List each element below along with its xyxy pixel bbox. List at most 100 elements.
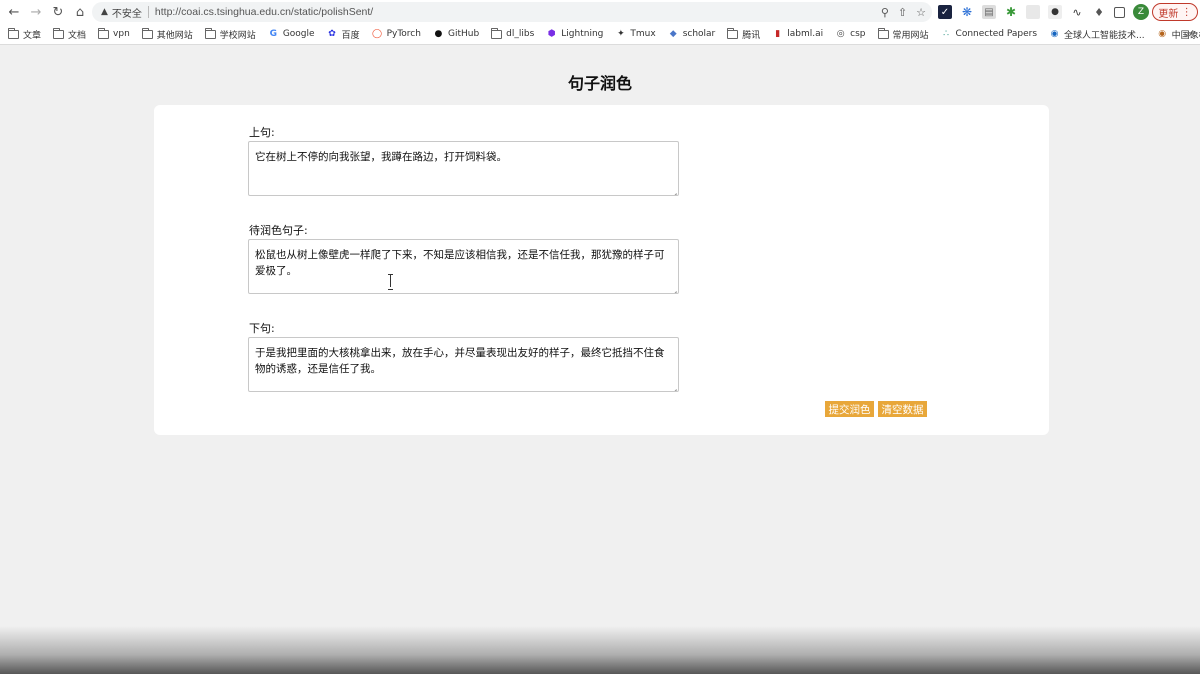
bookmark-item[interactable]: 腾讯 (727, 27, 761, 41)
bookmark-label: Google (282, 29, 315, 39)
bookmark-item[interactable]: ◆ scholar (668, 29, 716, 39)
document-extension-icon[interactable]: ▤ (982, 5, 996, 19)
bookmark-label: labml.ai (787, 29, 824, 39)
reload-icon[interactable]: ↻ (47, 1, 69, 23)
resize-handle-icon[interactable] (671, 188, 677, 194)
target-sentence-text: 松鼠也从树上像壁虎一样爬了下来，不知是应该相信我，还是不信任我，那犹豫的样子可爱… (255, 249, 665, 277)
bookmark-item[interactable]: ◯ PyTorch (372, 29, 421, 39)
folder-icon (141, 27, 153, 39)
bookmark-item[interactable]: ✿ 百度 (327, 28, 360, 41)
globe-icon: ◎ (836, 28, 845, 39)
bookmark-label: 文档 (68, 30, 87, 41)
star-icon[interactable]: ☆ (916, 6, 926, 19)
bookmark-item[interactable]: ⬢ Lightning (546, 28, 604, 39)
bookmark-item[interactable]: 常用网站 (877, 27, 929, 41)
folder-icon (8, 27, 19, 39)
google-icon: G (269, 28, 277, 39)
bookmark-label: PyTorch (386, 29, 421, 39)
folder-icon (98, 27, 110, 39)
bookmark-item[interactable]: ▮ labml.ai (772, 29, 823, 39)
prev-sentence-input[interactable]: 它在树上不停的向我张望，我蹲在路边，打开饲料袋。 (248, 141, 679, 196)
bookmark-item[interactable]: ◎ csp (835, 28, 866, 39)
bookmark-label: scholar (682, 29, 716, 39)
bookmark-item[interactable]: ✦ Tmux (615, 28, 656, 39)
folder-icon (491, 27, 503, 39)
next-sentence-input[interactable]: 于是我把里面的大核桃拿出来，放在手心，并尽量表现出友好的样子，最终它抵挡不住食物… (248, 337, 679, 392)
bookmark-label: vpn (113, 29, 130, 39)
security-label: 不安全 (111, 8, 142, 20)
bookmark-label: GitHub (447, 29, 480, 39)
bookmark-item[interactable]: ◉中国象棋云库查询 (1157, 28, 1200, 41)
text-cursor-icon (388, 274, 394, 290)
resize-handle-icon[interactable] (671, 286, 677, 292)
bookmark-label: csp (850, 29, 866, 39)
back-icon[interactable]: ← (3, 1, 25, 23)
address-bar[interactable]: ▲ 不安全 http://coai.cs.tsinghua.edu.cn/sta… (92, 2, 932, 22)
baidu-icon: ✿ (328, 28, 336, 39)
folder-icon (727, 27, 739, 39)
folder-icon (877, 27, 889, 39)
bookmark-item[interactable]: 其他网站 (141, 27, 193, 41)
next-sentence-text: 于是我把里面的大核桃拿出来，放在手心，并尽量表现出友好的样子，最终它抵挡不住食物… (255, 347, 665, 375)
labml-icon: ▮ (775, 28, 781, 39)
resize-handle-icon[interactable] (671, 384, 677, 390)
url-text[interactable]: http://coai.cs.tsinghua.edu.cn/static/po… (155, 6, 373, 18)
zoom-icon[interactable]: ⚲ (881, 6, 889, 19)
pytorch-icon: ◯ (372, 28, 383, 39)
bookmark-item[interactable]: G Google (268, 29, 315, 39)
puzzle-icon[interactable]: ♦ (1092, 5, 1106, 19)
github-icon: ● (434, 28, 443, 39)
bookmark-label: Connected Papers (955, 29, 1038, 39)
bookmarks-overflow-icon[interactable]: » (1186, 24, 1192, 44)
blank-extension-icon[interactable] (1026, 5, 1040, 19)
update-label: 更新 (1158, 8, 1179, 20)
bookmark-item[interactable]: 文档 (53, 27, 87, 41)
bookmark-item[interactable]: ◉ 全球人工智能技术... (1049, 28, 1145, 41)
more-menu-icon: ⋮ (1181, 6, 1192, 18)
bookmark-label: 百度 (341, 30, 360, 41)
address-divider (147, 6, 149, 18)
bookmark-item[interactable]: 学校网站 (204, 27, 256, 41)
folder-icon (53, 27, 65, 39)
browser-toolbar: ← → ↻ ⌂ ▲ 不安全 http://coai.cs.tsinghua.ed… (0, 0, 1200, 24)
bookmarks-bar: 文章 文档 vpn 其他网站 学校网站 G Google ✿ 百度 ◯ PyTorch… (0, 24, 1200, 45)
forward-icon[interactable]: → (25, 1, 47, 23)
target-sentence-input[interactable]: 松鼠也从树上像壁虎一样爬了下来，不知是应该相信我，还是不信任我，那犹豫的样子可爱… (248, 239, 679, 294)
submit-polish-button[interactable]: 提交润色 (825, 401, 874, 417)
scholar-icon: ◆ (669, 28, 677, 39)
bookmark-label: 常用网站 (892, 30, 929, 41)
prev-sentence-text: 它在树上不停的向我张望，我蹲在路边，打开饲料袋。 (255, 151, 507, 163)
bookmark-label: Lightning (561, 29, 604, 39)
update-button[interactable]: 更新 ⋮ (1152, 3, 1198, 21)
share-icon[interactable]: ⇧ (898, 6, 907, 19)
tmux-icon: ✦ (617, 28, 625, 39)
gear-extension-icon[interactable]: ✱ (1004, 5, 1018, 19)
pinwheel-extension-icon[interactable]: ❋ (960, 5, 974, 19)
bottom-shadow (0, 626, 1200, 674)
bookmark-item[interactable]: ● GitHub (433, 28, 480, 39)
bookmark-item[interactable]: vpn (98, 27, 130, 39)
folder-icon (204, 27, 216, 39)
bookmark-label: 全球人工智能技术... (1064, 30, 1145, 41)
next-sentence-label: 下句: (249, 322, 275, 335)
bookmark-item[interactable]: dl_libs (491, 27, 535, 39)
sidebar-icon[interactable] (1114, 6, 1125, 18)
bookmark-label: dl_libs (506, 29, 535, 39)
bookmark-item[interactable]: ∴ Connected Papers (941, 28, 1038, 39)
clear-data-button[interactable]: 清空数据 (878, 401, 927, 417)
panda-extension-icon[interactable]: ● (1048, 5, 1062, 19)
bookmark-label: 腾讯 (742, 30, 761, 41)
chess-icon: ◉ (1158, 28, 1167, 39)
profile-avatar[interactable]: Z (1133, 4, 1149, 20)
lightning-icon: ⬢ (547, 28, 556, 39)
checkbox-extension-icon[interactable]: ✓ (938, 5, 952, 19)
page-title: 句子润色 (567, 74, 632, 93)
home-icon[interactable]: ⌂ (69, 1, 91, 23)
signature-extension-icon[interactable]: ∿ (1070, 5, 1084, 19)
bookmark-item[interactable]: 文章 (8, 27, 41, 41)
bookmark-label: Tmux (630, 29, 656, 39)
connected-papers-icon: ∴ (943, 28, 949, 39)
bookmark-label: 学校网站 (219, 30, 256, 41)
bookmark-label: 其他网站 (156, 30, 193, 41)
target-sentence-label: 待润色句子: (249, 224, 308, 237)
